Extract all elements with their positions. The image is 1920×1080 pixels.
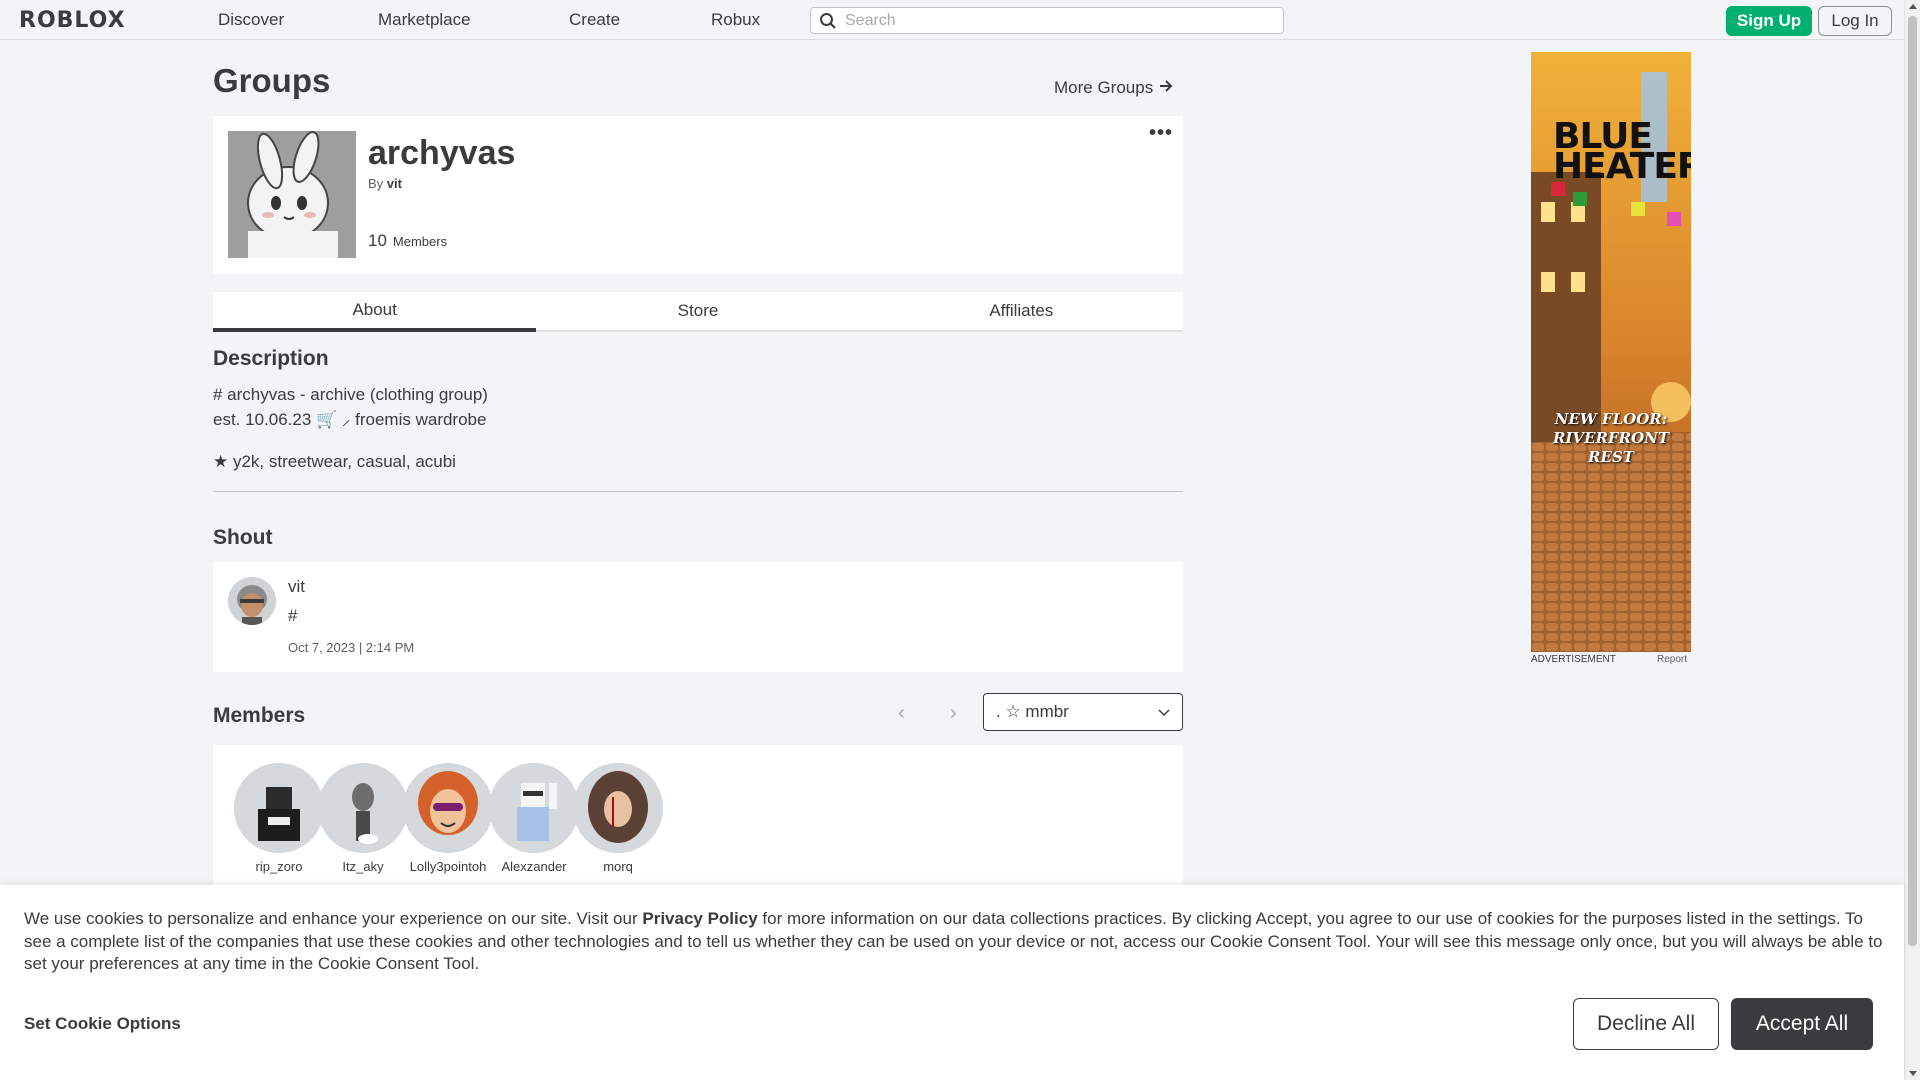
tab-about[interactable]: About xyxy=(213,292,537,332)
member-avatar[interactable] xyxy=(573,763,663,853)
ad-title-line-2: HEATER xyxy=(1553,146,1691,187)
shout-heading: Shout xyxy=(213,526,273,549)
by-prefix: By xyxy=(368,176,384,191)
chevron-down-icon xyxy=(1158,702,1170,722)
search-bar[interactable] xyxy=(810,7,1284,34)
set-cookie-options-link[interactable]: Set Cookie Options xyxy=(24,1014,181,1034)
ad-subtitle-line-1: NEW FLOOR: xyxy=(1554,410,1668,428)
pager-prev-icon[interactable]: ‹ xyxy=(898,702,905,725)
member-avatar[interactable] xyxy=(318,763,408,853)
group-name: archyvas xyxy=(368,134,516,172)
role-select-dropdown[interactable]: . ☆ mmbr xyxy=(983,693,1183,731)
shout-timestamp: Oct 7, 2023 | 2:14 PM xyxy=(288,640,415,655)
tab-store[interactable]: Store xyxy=(536,292,860,332)
group-member-count: 10 Members xyxy=(368,231,447,251)
scroll-thumb[interactable] xyxy=(1908,16,1917,946)
search-input[interactable] xyxy=(845,11,1265,30)
member-name[interactable]: morq xyxy=(568,859,668,874)
shout-avatar[interactable] xyxy=(228,577,276,625)
description-line-3: ★ y2k, streetwear, casual, acubi xyxy=(213,452,456,471)
advertisement-banner[interactable]: BLUE HEATER NEW FLOOR: RIVERFRONT REST xyxy=(1531,52,1691,652)
member-avatar[interactable] xyxy=(489,763,579,853)
member-avatar[interactable] xyxy=(234,763,324,853)
search-icon xyxy=(811,12,845,30)
shout-card: vit # Oct 7, 2023 | 2:14 PM xyxy=(213,562,1183,672)
member-avatar[interactable] xyxy=(403,763,493,853)
group-owner-link[interactable]: vit xyxy=(387,176,402,191)
scroll-up-arrow-icon[interactable] xyxy=(1909,4,1917,9)
accept-all-button[interactable]: Accept All xyxy=(1731,998,1873,1050)
members-card: rip_zoro Itz_aky Lolly3pointoh Alexzande… xyxy=(213,745,1183,885)
sign-up-button[interactable]: Sign Up xyxy=(1726,6,1812,36)
page-scrollbar[interactable] xyxy=(1904,0,1920,1080)
shout-message: # xyxy=(288,606,298,625)
group-emblem-image xyxy=(228,131,356,258)
roblox-logo[interactable]: ROBLOX xyxy=(19,8,126,33)
member-count-label: Members xyxy=(392,234,448,249)
ad-subtitle: NEW FLOOR: RIVERFRONT REST xyxy=(1531,410,1691,467)
members-heading: Members xyxy=(213,704,306,727)
member-tile[interactable]: morq xyxy=(568,763,668,874)
nav-discover[interactable]: Discover xyxy=(218,10,284,30)
description-line-1: # archyvas - archive (clothing group) xyxy=(213,385,488,404)
role-select-value: . ☆ mmbr xyxy=(996,702,1069,721)
description-line-2: est. 10.06.23 🛒 ⸝ froemis wardrobe xyxy=(213,410,487,429)
advertisement-label: ADVERTISEMENT xyxy=(1531,654,1616,665)
more-groups-link[interactable]: More Groups xyxy=(1054,78,1173,98)
arrow-right-icon xyxy=(1159,78,1173,98)
privacy-policy-link[interactable]: Privacy Policy xyxy=(642,909,757,928)
ad-report-link[interactable]: Report xyxy=(1657,654,1687,665)
cookie-consent-banner: We use cookies to personalize and enhanc… xyxy=(0,885,1904,1080)
group-tabs: About Store Affiliates xyxy=(213,292,1183,332)
log-in-button[interactable]: Log In xyxy=(1818,6,1892,36)
shout-username[interactable]: vit xyxy=(288,577,305,597)
pager-next-icon[interactable]: › xyxy=(950,702,957,725)
more-options-icon[interactable]: ••• xyxy=(1149,122,1173,145)
member-count-value: 10 xyxy=(368,231,387,250)
group-header-card: archyvas By vit 10 Members ••• xyxy=(213,116,1183,274)
group-owner-line: By vit xyxy=(368,176,402,191)
description-heading: Description xyxy=(213,347,329,370)
nav-robux[interactable]: Robux xyxy=(711,10,760,30)
section-divider xyxy=(213,491,1183,492)
nav-marketplace[interactable]: Marketplace xyxy=(378,10,471,30)
ad-subtitle-line-2: RIVERFRONT REST xyxy=(1552,429,1670,466)
cookie-message: We use cookies to personalize and enhanc… xyxy=(24,908,1890,976)
tab-affiliates[interactable]: Affiliates xyxy=(859,292,1183,332)
page-title: Groups xyxy=(213,62,331,99)
ad-title: BLUE HEATER xyxy=(1553,119,1691,187)
cookie-text-before: We use cookies to personalize and enhanc… xyxy=(24,909,643,928)
member-name[interactable]: Lolly3pointoh xyxy=(398,859,498,874)
decline-all-button[interactable]: Decline All xyxy=(1573,998,1719,1050)
scroll-down-arrow-icon[interactable] xyxy=(1909,1071,1917,1076)
member-tile[interactable]: Lolly3pointoh xyxy=(398,763,498,874)
nav-create[interactable]: Create xyxy=(569,10,620,30)
top-navigation: ROBLOX Discover Marketplace Create Robux… xyxy=(0,0,1904,40)
more-groups-label: More Groups xyxy=(1054,78,1154,97)
